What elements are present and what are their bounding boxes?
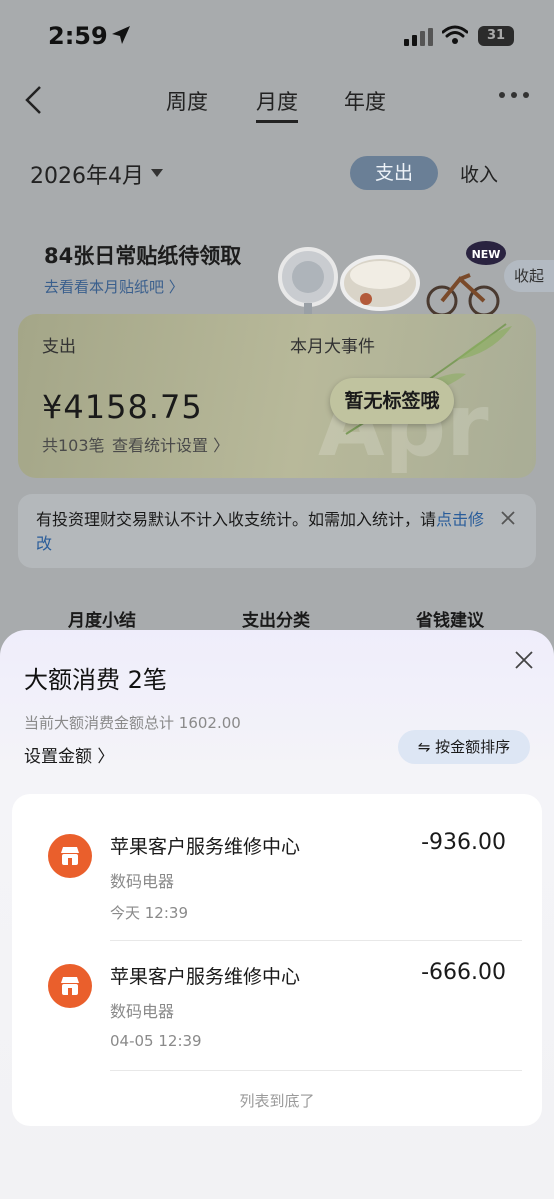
location-arrow-icon [112,26,130,44]
notice-text: 有投资理财交易默认不计入收支统计。如需加入统计，请点击修改 [36,508,496,556]
sticker-illustrations[interactable]: NEW [270,235,510,325]
expense-category: 数码电器 [110,872,175,891]
cellular-signal-icon [404,28,433,46]
stats-settings-link[interactable]: 查看统计设置 〉 [112,432,229,456]
sheet-title: 大额消费 2笔 [24,666,167,694]
more-dots-icon[interactable] [498,90,530,100]
expense-category: 数码电器 [110,1002,175,1021]
month-selector[interactable]: 2026年4月 [30,158,144,190]
sticker-title: 84张日常贴纸待领取 [44,244,242,268]
tab-year[interactable]: 年度 [344,86,386,116]
merchant-name: 苹果客户服务维修中心 [110,836,301,858]
close-icon[interactable] [500,510,516,526]
tab-month[interactable]: 月度 [256,86,298,123]
large-expense-list: 苹果客户服务维修中心 -936.00 数码电器 今天 12:39 苹果客户服务维… [12,794,542,1126]
expense-time: 04-05 12:39 [110,1032,202,1050]
tab-week[interactable]: 周度 [166,86,208,116]
monthly-summary-card[interactable]: Apr 支出 本月大事件 ¥4158.75 共103笔 查看统计设置 〉 暂无标… [18,314,536,478]
rice-bowl-sticker-icon [340,255,420,311]
section-monthly-summary[interactable]: 月度小结 [68,606,136,631]
list-item[interactable]: 苹果客户服务维修中心 -936.00 数码电器 今天 12:39 [12,794,542,924]
section-expense-category[interactable]: 支出分类 [242,606,310,631]
expense-label: 支出 [42,337,76,357]
expense-amount: ¥4158.75 [42,388,203,426]
fan-sticker-icon [278,247,338,319]
large-expense-sheet: 大额消费 2笔 当前大额消费金额总计 1602.00 设置金额 〉 ⇋ 按金额排… [0,630,554,1199]
svg-text:NEW: NEW [472,248,501,261]
list-item[interactable]: 苹果客户服务维修中心 -666.00 数码电器 04-05 12:39 [12,924,542,1054]
list-end-text: 列表到底了 [239,1092,315,1110]
section-saving-tips[interactable]: 省钱建议 [416,606,484,631]
expense-time: 今天 12:39 [110,904,188,922]
transaction-count: 共103笔 [42,436,105,455]
collapse-button[interactable]: 收起 [504,260,554,292]
expense-toggle[interactable]: 支出 [350,156,438,190]
status-time: 2:59 [48,22,108,50]
battery-icon: 31 [478,26,514,46]
expense-amount: -666.00 [421,960,506,985]
back-chevron-icon[interactable] [22,84,44,116]
set-amount-link[interactable]: 设置金额 〉 [24,742,114,767]
notice-banner: 有投资理财交易默认不计入收支统计。如需加入统计，请点击修改 [18,494,536,568]
sort-by-amount-button[interactable]: ⇋ 按金额排序 [398,730,530,764]
events-label: 本月大事件 [290,337,375,357]
large-expense-total: 当前大额消费金额总计 1602.00 [24,714,241,732]
close-icon[interactable] [514,650,534,670]
merchant-name: 苹果客户服务维修中心 [110,966,301,988]
notice-message: 有投资理财交易默认不计入收支统计。如需加入统计，请 [36,510,437,529]
caret-down-icon[interactable] [150,168,164,178]
top-nav: 周度 月度 年度 [0,78,554,123]
wifi-icon [442,25,468,44]
income-toggle[interactable]: 收入 [460,160,498,187]
row-divider [110,1070,522,1071]
new-badge-icon: NEW [466,241,506,265]
expense-amount: -936.00 [421,830,506,855]
shop-icon [48,834,92,878]
bicycle-sticker-icon [426,273,500,317]
shop-icon [48,964,92,1008]
no-tag-badge: 暂无标签哦 [330,378,454,424]
sticker-link[interactable]: 去看看本月贴纸吧 〉 [44,276,184,297]
status-bar: 2:59 31 [0,0,554,70]
